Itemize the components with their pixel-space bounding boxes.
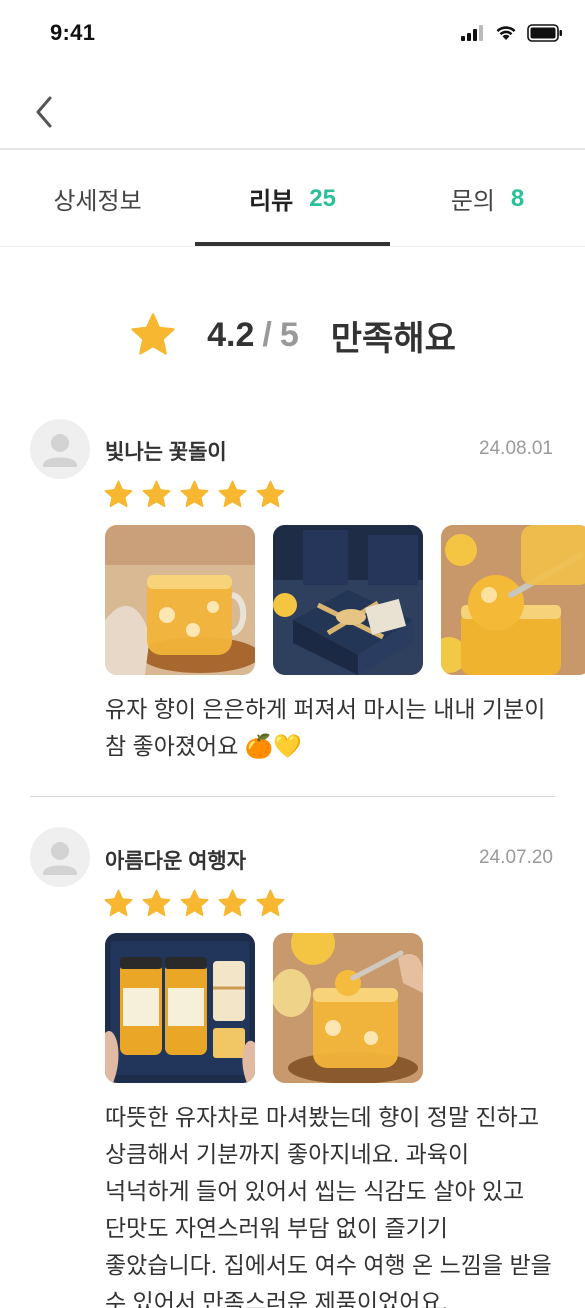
tab-inquiry-count: 8 <box>510 184 525 212</box>
gift-set-jars-photo <box>105 933 255 1083</box>
star-icon <box>218 889 247 917</box>
user-avatar-icon <box>43 434 77 467</box>
battery-icon <box>527 24 562 42</box>
tab-inquiry[interactable]: 문의 8 <box>390 150 585 247</box>
rating-separator: / <box>262 315 272 354</box>
nav-bar <box>0 66 585 150</box>
review-photos <box>105 525 585 675</box>
star-icon <box>104 889 133 917</box>
review-date: 24.07.20 <box>479 847 553 868</box>
review-stars <box>103 888 286 919</box>
review-photo[interactable] <box>105 525 255 675</box>
tab-bar: 상세정보 리뷰 25 문의 8 <box>0 150 585 247</box>
review-body: 따뜻한 유자차로 마셔봤는데 향이 정말 진하고 상큼해서 기분까지 좋아지네요… <box>105 1104 552 1308</box>
star-icon <box>142 889 171 917</box>
signal-icon <box>461 25 483 41</box>
tab-review-label: 리뷰 <box>249 188 294 215</box>
review-photo[interactable] <box>105 933 255 1083</box>
star-icon <box>142 480 171 508</box>
rating-summary: 4.2 / 5 만족해요 <box>0 305 585 365</box>
tab-review[interactable]: 리뷰 25 <box>195 150 390 247</box>
yuja-jar-spoon-photo <box>441 525 585 675</box>
avatar <box>30 827 90 887</box>
reviewer-name: 빛나는 꽃돌이 <box>105 441 227 464</box>
status-time: 9:41 <box>50 20 96 45</box>
star-icon <box>180 480 209 508</box>
wifi-icon <box>496 26 516 40</box>
tab-review-count: 25 <box>309 184 336 212</box>
yuja-tea-cup-photo <box>105 525 255 675</box>
star-icon <box>256 480 285 508</box>
tab-active-indicator <box>195 242 390 246</box>
review-photo[interactable] <box>273 933 423 1083</box>
star-icon <box>218 480 247 508</box>
back-button[interactable] <box>30 94 60 130</box>
review-photo[interactable] <box>273 525 423 675</box>
tab-inquiry-label: 문의 <box>450 188 495 215</box>
star-icon <box>104 480 133 508</box>
review-body: 유자 향이 은은하게 퍼져서 마시는 내내 기분이 참 좋아졌어요 🍊💛 <box>105 696 546 759</box>
review-photos <box>105 933 423 1083</box>
yuja-tea-spoon-photo <box>273 933 423 1083</box>
review-date: 24.08.01 <box>479 438 553 459</box>
tab-detail[interactable]: 상세정보 <box>0 150 195 247</box>
review-divider <box>30 796 555 797</box>
star-icon <box>256 889 285 917</box>
status-icons <box>461 24 563 42</box>
rating-text: 만족해요 <box>330 319 456 358</box>
gift-box-photo <box>273 525 423 675</box>
avatar <box>30 419 90 479</box>
user-avatar-icon <box>43 842 77 875</box>
back-arrow-icon <box>36 96 52 128</box>
review-photo[interactable] <box>441 525 585 675</box>
rating-max: 5 <box>279 315 299 354</box>
star-icon <box>180 889 209 917</box>
review-stars <box>103 479 286 510</box>
star-icon <box>131 313 175 355</box>
rating-score: 4.2 <box>207 315 255 354</box>
reviewer-name: 아름다운 여행자 <box>105 850 247 873</box>
status-bar: 9:41 <box>0 0 585 66</box>
tab-detail-label: 상세정보 <box>53 188 142 215</box>
